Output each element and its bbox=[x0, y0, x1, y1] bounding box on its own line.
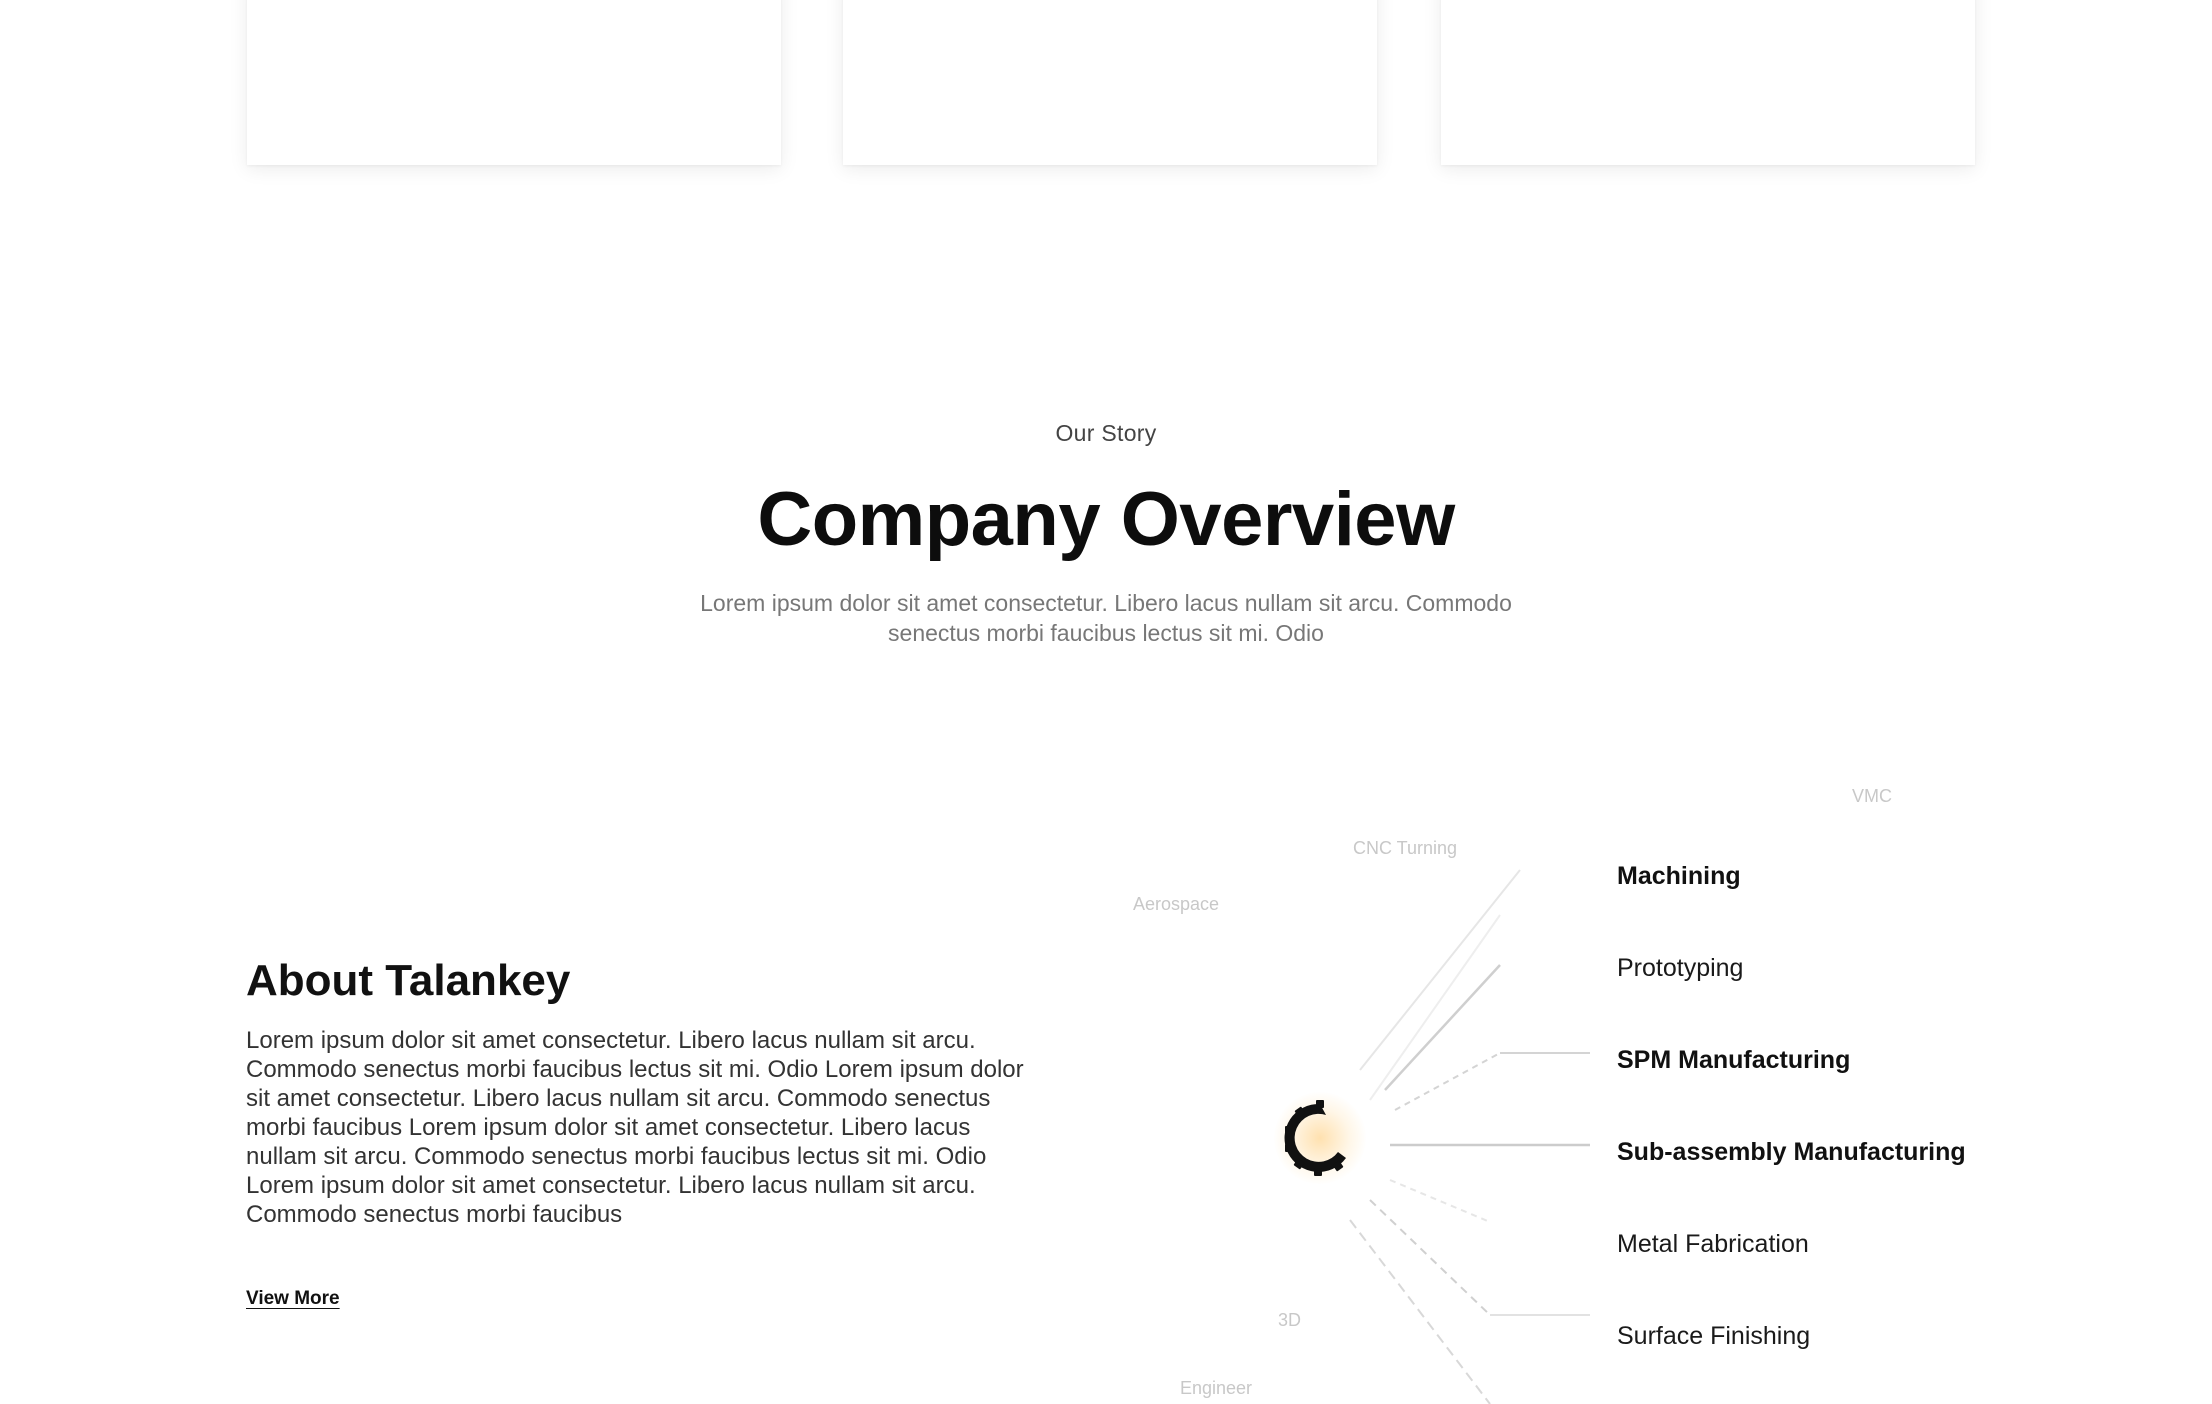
connector-line bbox=[1349, 1219, 1491, 1404]
connector-line bbox=[1369, 1199, 1491, 1316]
service-item-surface-finishing[interactable]: Surface Finishing bbox=[1617, 1322, 1810, 1351]
faint-label: CNC Turning bbox=[1353, 838, 1458, 858]
feature-cards-row bbox=[0, 0, 2212, 180]
feature-card[interactable] bbox=[247, 0, 781, 165]
connector-line bbox=[1384, 964, 1501, 1091]
faint-label: VMC bbox=[1852, 786, 1892, 806]
faint-label: Engineer bbox=[1180, 1378, 1253, 1398]
faint-label: Aerospace bbox=[1133, 894, 1220, 914]
service-item-spm-manufacturing[interactable]: SPM Manufacturing bbox=[1617, 1046, 1850, 1075]
view-more-link[interactable]: View More bbox=[246, 1288, 340, 1310]
connector-line bbox=[1369, 914, 1501, 1101]
service-item-metal-fabrication[interactable]: Metal Fabrication bbox=[1617, 1230, 1809, 1259]
section-eyebrow: Our Story bbox=[1055, 420, 1157, 446]
about-title: About Talankey bbox=[246, 956, 571, 1005]
service-item-sub-assembly[interactable]: Sub-assembly Manufacturing bbox=[1617, 1138, 1966, 1167]
gear-icon bbox=[1274, 1092, 1366, 1184]
section-title: Company Overview bbox=[757, 477, 1455, 562]
about-body: Lorem ipsum dolor sit amet consectetur. … bbox=[246, 1027, 1024, 1228]
faint-label: 3D bbox=[1278, 1310, 1302, 1330]
service-item-prototyping[interactable]: Prototyping bbox=[1617, 954, 1743, 983]
feature-card[interactable] bbox=[843, 0, 1377, 165]
service-item-machining[interactable]: Machining bbox=[1617, 862, 1741, 891]
section-description: Lorem ipsum dolor sit amet consectetur. … bbox=[700, 590, 1512, 646]
feature-card[interactable] bbox=[1441, 0, 1975, 165]
services-diagram: VMC CNC Turning Aerospace 3D Engineer Ma… bbox=[1100, 770, 2212, 1404]
connector-line bbox=[1389, 1179, 1491, 1223]
